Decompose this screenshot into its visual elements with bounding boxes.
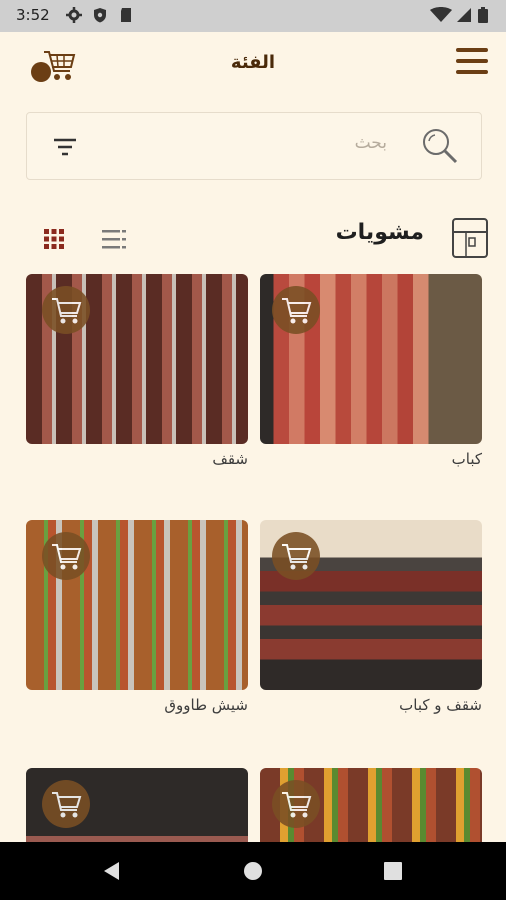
- product-card[interactable]: شيش طاووق: [26, 520, 248, 714]
- settings-icon: [66, 7, 82, 23]
- menu-button[interactable]: [456, 48, 488, 82]
- cart-icon: [52, 792, 82, 818]
- list-view-icon[interactable]: [102, 229, 126, 249]
- product-card[interactable]: شقف: [26, 274, 248, 468]
- fridge-icon: [452, 218, 488, 258]
- menu-icon: [456, 48, 488, 52]
- product-name[interactable]: شقف: [26, 450, 248, 468]
- add-to-cart-button[interactable]: [42, 532, 90, 580]
- add-to-cart-button[interactable]: [42, 780, 90, 828]
- wifi-icon: [430, 7, 452, 22]
- page-title: الفئة: [230, 52, 276, 73]
- cart-icon: [52, 298, 82, 324]
- search-placeholder[interactable]: بحث: [355, 133, 387, 153]
- home-icon[interactable]: [243, 861, 263, 881]
- product-image[interactable]: [260, 520, 482, 690]
- product-card[interactable]: كباب: [260, 274, 482, 468]
- product-image[interactable]: [26, 274, 248, 444]
- recents-icon[interactable]: [384, 862, 402, 880]
- status-bar: 3:52: [0, 0, 506, 32]
- sd-card-icon: [121, 8, 131, 22]
- cart-icon: [282, 792, 312, 818]
- signal-icon: [457, 8, 471, 22]
- section-header: مشويات: [0, 214, 506, 262]
- cart-icon: [282, 544, 312, 570]
- product-name[interactable]: شيش طاووق: [26, 696, 248, 714]
- status-time: 3:52: [16, 6, 50, 24]
- product-image[interactable]: [260, 274, 482, 444]
- app-bar: الفئة: [0, 32, 506, 100]
- add-to-cart-button[interactable]: [272, 286, 320, 334]
- back-icon[interactable]: [102, 861, 122, 881]
- product-card[interactable]: شقف و كباب: [260, 520, 482, 714]
- search-icon[interactable]: [421, 127, 459, 165]
- add-to-cart-button[interactable]: [272, 780, 320, 828]
- section-title: مشويات: [335, 220, 424, 245]
- add-to-cart-button[interactable]: [272, 532, 320, 580]
- grid-view-icon[interactable]: [44, 229, 64, 249]
- product-name[interactable]: كباب: [260, 450, 482, 468]
- battery-icon: [478, 7, 488, 23]
- search-bar[interactable]: بحث: [26, 112, 482, 180]
- product-image[interactable]: [26, 520, 248, 690]
- cart-icon: [52, 544, 82, 570]
- shield-icon: [94, 8, 106, 23]
- product-name[interactable]: شقف و كباب: [260, 696, 482, 714]
- filter-icon[interactable]: [53, 137, 77, 157]
- add-to-cart-button[interactable]: [42, 286, 90, 334]
- system-nav-bar: [0, 842, 506, 900]
- cart-icon: [282, 298, 312, 324]
